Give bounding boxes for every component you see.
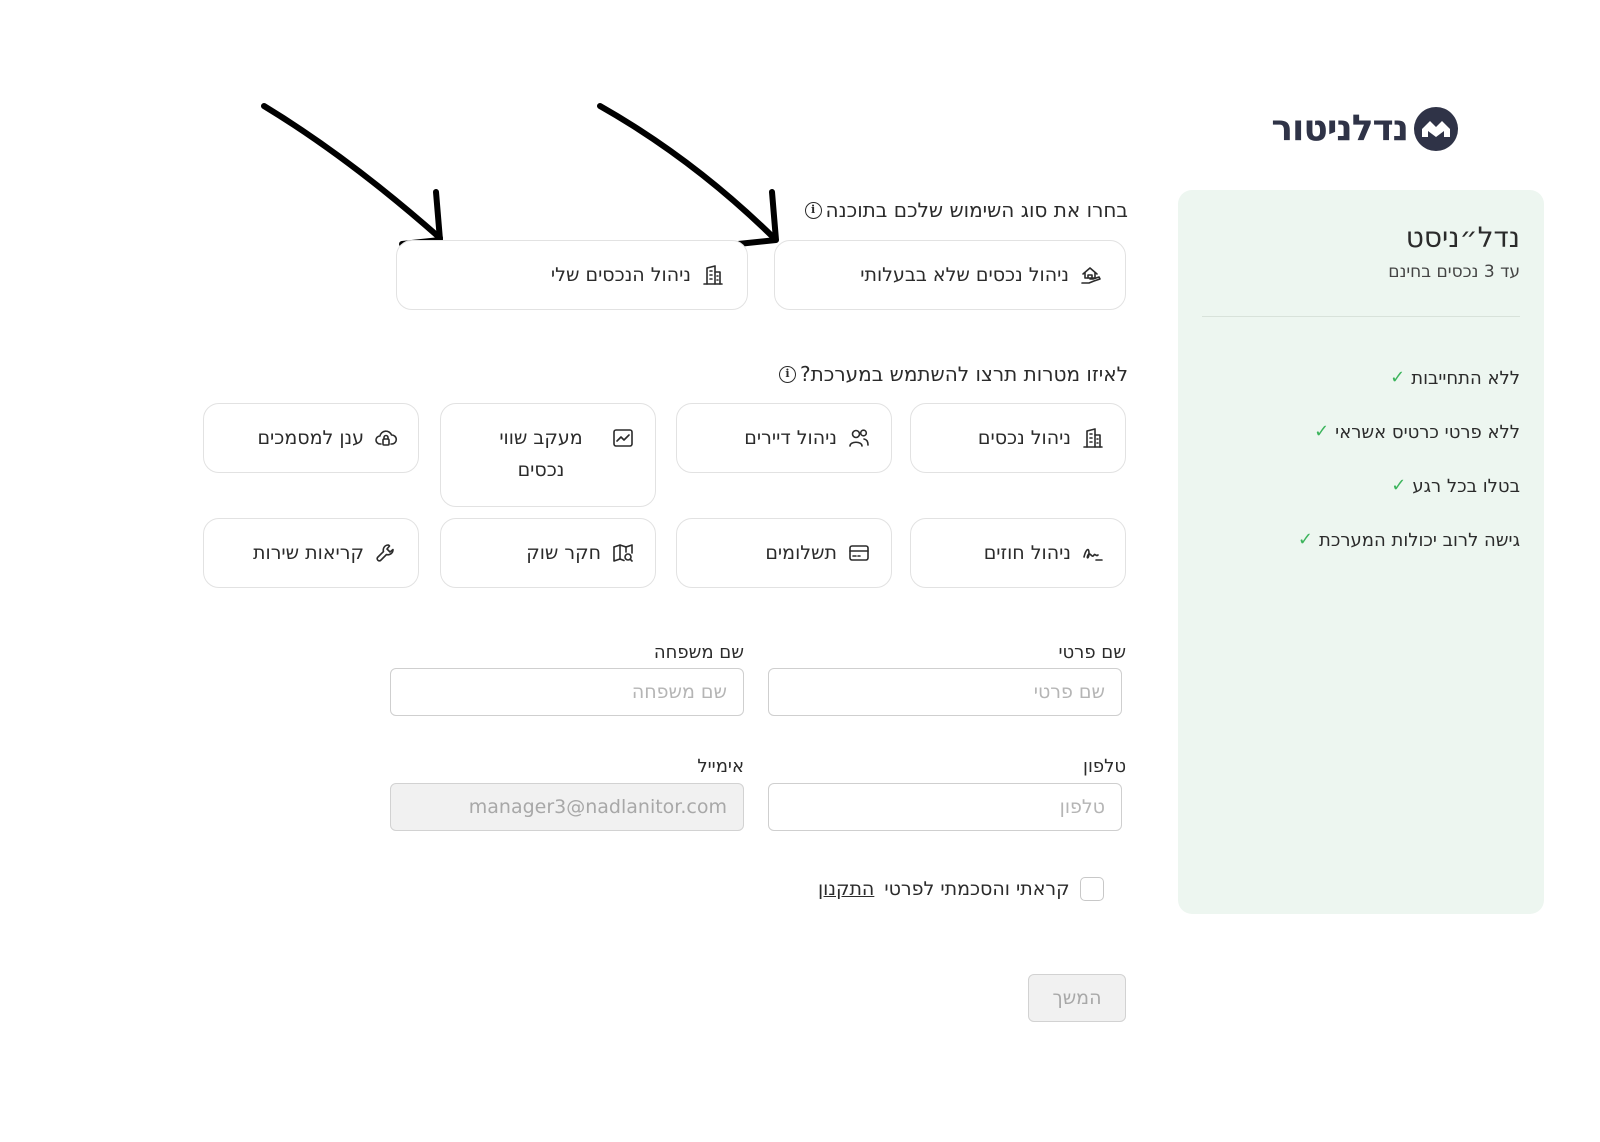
option-manage-my-properties[interactable]: ניהול הנכסים שלי: [396, 240, 748, 310]
plan-divider: [1202, 316, 1520, 317]
email-label: אימייל: [697, 756, 744, 777]
purpose-property-management[interactable]: ניהול נכסים: [910, 403, 1126, 473]
purpose-document-cloud[interactable]: ענן למסמכים: [203, 403, 419, 473]
phone-label: טלפון: [1083, 756, 1126, 777]
wrench-icon: [374, 541, 398, 565]
plan-feature: גישה לרוב יכולות המערכת ✓: [1297, 529, 1520, 551]
plan-feature: ללא התחייבות ✓: [1390, 367, 1520, 389]
plan-title: נדל״ניסט: [1405, 221, 1520, 254]
email-input: [390, 783, 744, 831]
chart-line-icon: [611, 426, 635, 450]
brand-name: נדלניטור: [1271, 108, 1409, 149]
usage-type-title: בחרו את סוג השימוש שלכם בתוכנה i: [804, 198, 1128, 222]
plan-feature: ללא פרטי כרטיס אשראי ✓: [1314, 421, 1520, 443]
terms-link[interactable]: התקנון: [818, 878, 874, 900]
plan-feature: בטלו בכל רגע ✓: [1391, 475, 1520, 497]
check-icon: ✓: [1297, 529, 1313, 550]
check-icon: ✓: [1314, 421, 1330, 442]
purpose-contract-management[interactable]: ניהול חוזים: [910, 518, 1126, 588]
first-name-input[interactable]: [768, 668, 1122, 716]
purpose-tenant-management[interactable]: ניהול דיירים: [676, 403, 892, 473]
building-icon: [701, 263, 725, 287]
last-name-input[interactable]: [390, 668, 744, 716]
info-icon[interactable]: i: [779, 365, 796, 383]
purpose-service-calls[interactable]: קריאות שירות: [203, 518, 419, 588]
purpose-market-research[interactable]: חקר שוק: [440, 518, 656, 588]
continue-button[interactable]: המשך: [1028, 974, 1126, 1022]
cloud-lock-icon: [374, 426, 398, 450]
plan-features: ללא התחייבות ✓ ללא פרטי כרטיס אשראי ✓ בט…: [1202, 351, 1520, 567]
purpose-payments[interactable]: תשלומים: [676, 518, 892, 588]
house-roof-logo-icon: [1414, 107, 1458, 151]
terms-agreement[interactable]: קראתי והסכמתי לפרטי התקנון: [818, 877, 1104, 901]
terms-checkbox[interactable]: [1079, 877, 1104, 901]
signature-icon: [1081, 541, 1105, 565]
users-icon: [847, 426, 871, 450]
plan-card: נדל״ניסט עד 3 נכסים בחינם ללא התחייבות ✓…: [1178, 190, 1544, 914]
first-name-label: שם פרטי: [1058, 642, 1126, 663]
building-icon: [1081, 426, 1105, 450]
plan-subtitle: עד 3 נכסים בחינם: [1388, 262, 1520, 282]
check-icon: ✓: [1390, 367, 1406, 388]
last-name-label: שם משפחה: [653, 642, 744, 663]
map-search-icon: [611, 541, 635, 565]
house-hand-icon: [1079, 263, 1103, 287]
purpose-property-value-tracking[interactable]: מעקב שווי נכסים: [440, 403, 656, 507]
purposes-title: לאיזו מטרות תרצו להשתמש במערכת? i: [779, 362, 1128, 386]
check-icon: ✓: [1391, 475, 1407, 496]
phone-input[interactable]: [768, 783, 1122, 831]
credit-card-icon: [847, 541, 871, 565]
brand-logo[interactable]: נדלניטור: [1262, 104, 1458, 154]
option-manage-others-properties[interactable]: ניהול נכסים שלא בבעלותי: [774, 240, 1126, 310]
info-icon[interactable]: i: [804, 201, 822, 219]
terms-text: קראתי והסכמתי לפרטי: [884, 878, 1070, 900]
